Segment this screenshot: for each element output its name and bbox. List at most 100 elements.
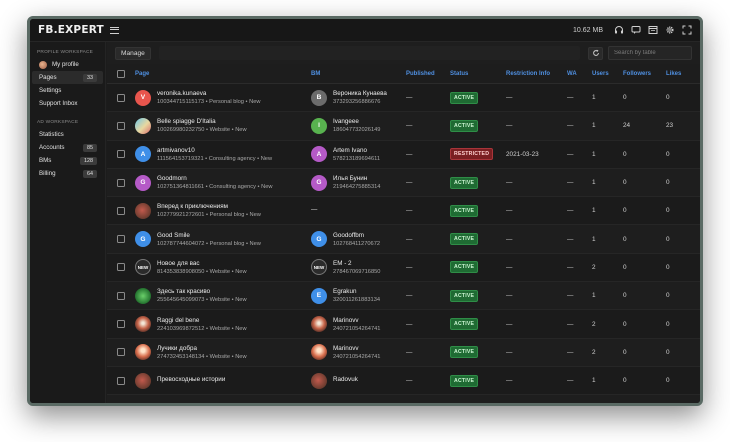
likes-count: 0 [666, 263, 670, 271]
bm-avatar: G [311, 174, 327, 191]
page-avatar [135, 316, 151, 333]
sidebar-item-support-inbox[interactable]: Support Inbox [32, 97, 103, 110]
page-name[interactable]: Лучики добра [157, 345, 247, 352]
restriction-info: — [506, 207, 513, 215]
row-checkbox[interactable] [117, 206, 125, 215]
gear-icon[interactable] [664, 25, 675, 36]
bm-name[interactable]: Goodoffbm [333, 232, 380, 239]
bm-name[interactable]: Ivangeee [333, 118, 380, 125]
users-count: 1 [592, 122, 596, 130]
bm-name[interactable]: — [311, 206, 317, 213]
wa-value: — [567, 122, 574, 130]
sidebar-item-settings[interactable]: Settings [32, 84, 103, 97]
count-badge: 64 [83, 169, 97, 178]
column-header-status[interactable]: Status [450, 71, 506, 77]
column-header-bm[interactable]: BM [311, 71, 406, 77]
column-header-wa[interactable]: WA [567, 71, 592, 77]
table-row[interactable]: Превосходные истории Radovuk — ACTIVE — — 1 0 0 [107, 366, 700, 396]
likes-count: 0 [666, 150, 670, 158]
row-checkbox[interactable] [117, 121, 125, 130]
table-row[interactable]: Aartmivanov10 111564153719321 • Consultin… [107, 140, 700, 169]
row-checkbox[interactable] [117, 291, 125, 300]
page-name[interactable]: veronika.kunaeva [157, 90, 261, 97]
row-checkbox[interactable] [117, 93, 125, 102]
followers-count: 0 [623, 348, 627, 356]
count-badge: 33 [83, 73, 97, 82]
bm-name[interactable]: Marinovv [333, 345, 380, 352]
likes-count: 0 [666, 320, 670, 328]
page-name[interactable]: Belle spiagge D'Italia [157, 118, 247, 125]
count-badge: 85 [83, 143, 97, 152]
page-meta: 102787744604072 • Personal blog • New [157, 240, 261, 247]
sidebar-item-my-profile[interactable]: My profile [32, 58, 103, 71]
column-header-users[interactable]: Users [592, 71, 623, 77]
column-header-restriction[interactable]: Restriction Info [506, 71, 567, 77]
select-all-checkbox[interactable] [117, 69, 125, 78]
column-header-followers[interactable]: Followers [623, 71, 666, 77]
page-name[interactable]: Здесь так красиво [157, 288, 247, 295]
wa-value: — [567, 207, 574, 215]
sidebar-item-label: Pages [39, 74, 57, 81]
manage-button[interactable]: Manage [115, 46, 151, 60]
bm-name[interactable]: Илья Бунин [333, 175, 380, 182]
table-row[interactable]: Belle spiagge D'Italia 100269980232750 • … [107, 112, 700, 141]
chat-icon[interactable] [630, 25, 641, 36]
page-avatar [135, 287, 151, 304]
hamburger-icon[interactable] [109, 26, 119, 34]
page-name[interactable]: Вперед к приключениям [157, 203, 261, 210]
table-row[interactable]: G Good Smile 102787744604072 • Personal bl… [107, 225, 700, 254]
bm-avatar [311, 344, 327, 361]
sidebar-item-accounts[interactable]: Accounts 85 [32, 141, 103, 154]
bm-name[interactable]: Egrakun [333, 288, 380, 295]
status-badge: ACTIVE [450, 176, 479, 189]
row-checkbox[interactable] [117, 320, 125, 329]
sidebar-item-bms[interactable]: BMs 128 [32, 154, 103, 167]
table-row[interactable]: Vveronika.kunaeva 100344715115173 • Perso… [107, 84, 700, 113]
likes-count: 0 [666, 292, 670, 300]
row-checkbox[interactable] [117, 348, 125, 357]
page-avatar: A [135, 146, 151, 163]
restriction-info: — [506, 320, 513, 328]
likes-count: 0 [666, 348, 670, 356]
headset-icon[interactable] [613, 25, 624, 36]
page-name[interactable]: Goodmorn [157, 175, 273, 182]
row-checkbox[interactable] [117, 150, 125, 159]
column-header-page[interactable]: Page [135, 71, 311, 77]
bm-name[interactable]: Marinovv [333, 317, 380, 324]
restriction-info: — [506, 94, 513, 102]
row-checkbox[interactable] [117, 263, 125, 272]
window-icon[interactable] [647, 25, 658, 36]
count-badge: 128 [80, 156, 97, 165]
table-row[interactable]: Вперед к приключениям 102779921272601 • P… [107, 197, 700, 226]
table-row[interactable]: G Goodmorn 102751364811661 • Consulting ag… [107, 169, 700, 198]
bm-name[interactable]: Вероника Кунаева [333, 90, 387, 97]
column-header-likes[interactable]: Likes [666, 71, 696, 77]
table-row[interactable]: Здесь так красиво 255645645099073 • Websi… [107, 282, 700, 311]
search-input[interactable] [608, 46, 692, 60]
column-header-published[interactable]: Published [406, 71, 450, 77]
sidebar-item-billing[interactable]: Billing 64 [32, 167, 103, 180]
table-row[interactable]: Лучики добра 274732453148134 • Website • … [107, 339, 700, 367]
table-row[interactable]: NEW Новое для вас 814353838908050 • Websit… [107, 253, 700, 283]
followers-count: 0 [623, 207, 627, 215]
bm-name[interactable]: EM - 2 [333, 260, 380, 267]
expand-icon[interactable] [681, 25, 692, 36]
row-checkbox[interactable] [117, 178, 125, 187]
wa-value: — [567, 179, 574, 187]
page-name[interactable]: Превосходные истории [157, 376, 225, 383]
row-checkbox[interactable] [117, 376, 125, 385]
refresh-button[interactable] [588, 46, 603, 60]
sidebar-item-statistics[interactable]: Statistics [32, 128, 103, 141]
table-row[interactable]: Raggi del bene 224103969872512 • Website … [107, 310, 700, 339]
page-name[interactable]: Raggi del bene [157, 317, 247, 324]
sidebar-item-pages[interactable]: Pages 33 [32, 71, 103, 84]
brand-logo: FB.EXPERT [38, 24, 104, 36]
avatar [39, 60, 47, 69]
page-name[interactable]: Good Smile [157, 232, 261, 239]
row-checkbox[interactable] [117, 235, 125, 244]
bm-name[interactable]: Artem Ivano [333, 147, 380, 154]
status-badge: RESTRICTED [450, 148, 494, 161]
page-name[interactable]: artmivanov10 [157, 147, 272, 154]
bm-name[interactable]: Radovuk [333, 376, 358, 383]
page-name[interactable]: Новое для вас [157, 260, 247, 267]
